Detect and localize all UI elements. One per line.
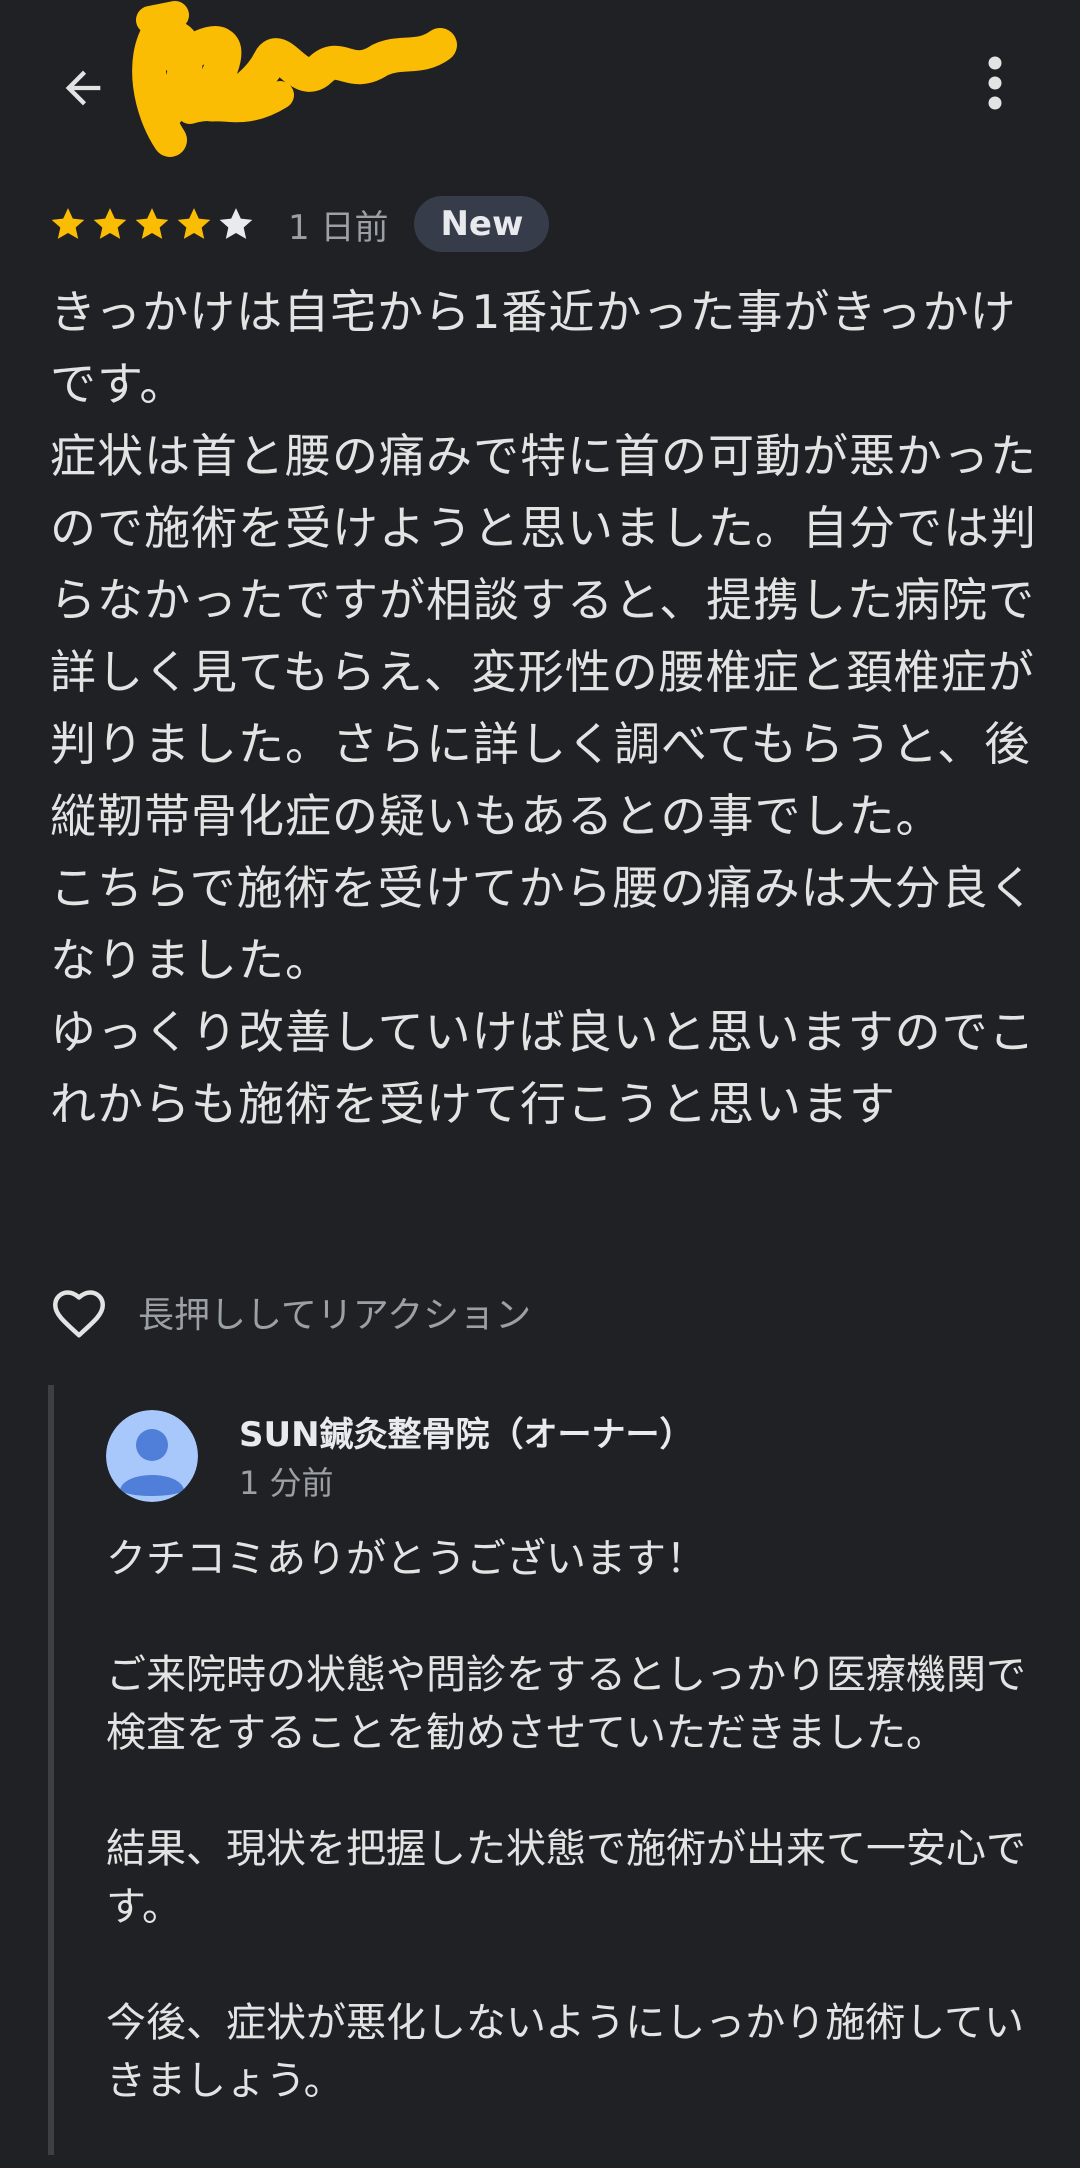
owner-reply-time: 1 分前 xyxy=(239,1464,334,1502)
reply-paragraph: 結果、現状を把握した状態で施術が出来て一安心です。 xyxy=(106,1826,1026,1930)
reaction-hint: 長押ししてリアクション xyxy=(138,1295,532,1336)
star-filled-icon xyxy=(135,208,169,239)
reaction-row: 長押ししてリアクション xyxy=(48,1280,531,1344)
owner-reply: SUN鍼灸整骨院（オーナー） 1 分前 クチコミありがとうございます！ ご来院時… xyxy=(48,1385,1054,2155)
rating-row: 1 日前 New xyxy=(48,192,550,256)
new-badge: New xyxy=(414,196,550,252)
arrow-back-icon xyxy=(65,70,101,106)
more-options-button[interactable] xyxy=(965,50,1025,116)
star-filled-icon xyxy=(51,208,85,239)
review-paragraph: こちらで施術を受けてから腰の痛みは大分良くなりました。 xyxy=(50,861,1036,987)
star-rating xyxy=(48,204,258,244)
star-empty-icon xyxy=(219,208,253,239)
review-paragraph: ゆっくり改善していけば良いと思いますのでこれからも施術を受けて行こうと思います xyxy=(50,1005,1036,1131)
owner-name: SUN鍼灸整骨院（オーナー） xyxy=(239,1415,694,1455)
owner-avatar[interactable] xyxy=(106,1410,198,1502)
star-filled-icon xyxy=(177,208,211,239)
review-time: 1 日前 xyxy=(288,207,389,248)
react-button[interactable] xyxy=(48,1281,110,1343)
more-vert-icon xyxy=(988,56,1002,110)
review-paragraph: 症状は首と腰の痛みで特に首の可動が悪かったので施術を受けようと思いました。自分で… xyxy=(50,429,1037,843)
back-button[interactable] xyxy=(50,55,116,121)
reply-paragraph: 今後、症状が悪化しないようにしっかり施術していきましょう。 xyxy=(106,2000,1024,2104)
review-paragraph: きっかけは自宅から1番近かった事がきっかけです。 xyxy=(50,285,1017,411)
reply-paragraph: ご来院時の状態や問診をするとしっかり医療機関で検査をすることを勧めさせていただき… xyxy=(106,1652,1026,1756)
reply-paragraph: クチコミありがとうございます！ xyxy=(106,1536,706,1582)
heart-outline-icon xyxy=(53,1290,105,1338)
reviewer-name-redacted xyxy=(130,0,470,170)
review-text: きっかけは自宅から1番近かった事がきっかけです。 症状は首と腰の痛みで特に首の可… xyxy=(50,276,1050,1140)
owner-reply-text: クチコミありがとうございます！ ご来院時の状態や問診をするとしっかり医療機関で検… xyxy=(106,1530,1056,2168)
top-app-bar xyxy=(0,0,1080,170)
person-avatar-icon xyxy=(106,1410,198,1502)
star-filled-icon xyxy=(93,208,127,239)
